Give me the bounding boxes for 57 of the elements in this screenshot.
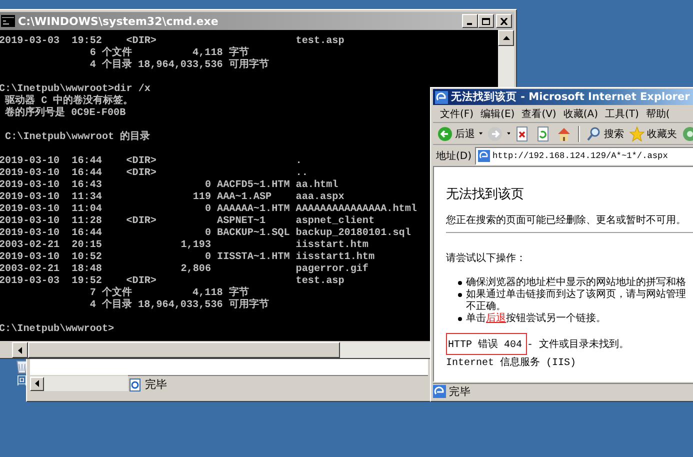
minimize-button[interactable] [462, 14, 478, 28]
left-arrow-icon [18, 346, 22, 354]
console-line: C:\Inetpub\wwwroot 的目录 [4, 132, 150, 144]
console-line: 卷的序列号是 0C9E-F00B [4, 108, 126, 120]
bullet-icon [458, 281, 462, 285]
menu-item[interactable]: 文件(F) [439, 106, 475, 120]
refresh-icon [535, 126, 552, 142]
list-item-text: 如果通过单击链接而到达了该网页，请与网站管理 [466, 289, 686, 301]
list-item-text: 不正确。 [466, 301, 506, 312]
console-line: 驱动器 C 中的卷没有标签。 [4, 96, 134, 107]
menu-item[interactable]: 工具(T) [604, 106, 640, 120]
error-code: HTTP 错误 404 [446, 333, 528, 355]
menu-item[interactable]: 帮助( [644, 106, 671, 120]
menu-item[interactable]: 编辑(E) [480, 106, 516, 120]
maximize-button[interactable] [478, 14, 494, 28]
back-link[interactable]: 后退 [486, 313, 506, 324]
close-icon [500, 18, 508, 24]
console-icon [1, 15, 15, 27]
desktop-icon-label: 回 [16, 375, 28, 387]
search-icon [586, 126, 602, 142]
error-message: - 文件或目录未找到。 [527, 338, 630, 351]
page-footer: Internet 信息服务 (IIS) [446, 355, 576, 369]
maximize-icon [482, 18, 490, 24]
console-line: 4 个目录 18,964,033,536 可用字节 [88, 60, 269, 72]
scroll-left-button[interactable] [30, 376, 44, 390]
left-arrow-icon [35, 380, 39, 387]
favorites-button[interactable]: 收藏夹 [628, 124, 678, 142]
address-label: 地址(D) [436, 150, 472, 162]
stop-icon [514, 126, 530, 142]
scroll-left-button[interactable] [12, 342, 28, 358]
browser-icon [435, 90, 448, 104]
window-title: 无法找到该页 - Microsoft Internet Explorer [451, 90, 690, 104]
bullet-icon [458, 317, 462, 321]
list-item-text: 确保浏览器的地址栏中显示的网站地址的拼写和格 [466, 277, 686, 288]
status-text: 完毕 [145, 378, 167, 392]
home-icon [556, 126, 572, 142]
bullet-icon [458, 293, 462, 297]
address-field[interactable]: http://192.168.124.129/A*~1*/.aspx [474, 146, 693, 164]
star-icon [629, 126, 646, 142]
console-line: 7 个文件 4,118 字节 [88, 288, 249, 299]
up-arrow-icon [502, 36, 510, 40]
page-text: 您正在搜索的页面可能已经删除、更名或暂时不可用。 [446, 214, 686, 227]
list-item-text: 单击后退按钮尝试另一个链接。 [466, 313, 606, 325]
page-text: 请尝试以下操作： [446, 252, 526, 265]
page-heading: 无法找到该页 [446, 186, 525, 203]
search-button[interactable]: 搜索 [585, 124, 626, 142]
menu-item[interactable]: 收藏(A) [562, 106, 599, 120]
back-button[interactable]: 后退 [436, 124, 476, 142]
status-text: 完毕 [449, 384, 471, 398]
dropdown-caret-icon[interactable] [479, 132, 483, 135]
console-line: 4 个目录 18,964,033,536 可用字节 [88, 300, 269, 312]
scroll-up-button[interactable] [498, 30, 514, 46]
window-title: C:\WINDOWS\system32\cmd.exe [18, 14, 220, 28]
dropdown-caret-icon[interactable] [506, 132, 510, 135]
console-line: 6 个文件 4,118 字节 [88, 48, 249, 59]
menu-item[interactable]: 查看(V) [520, 106, 558, 120]
close-button[interactable] [496, 14, 512, 28]
